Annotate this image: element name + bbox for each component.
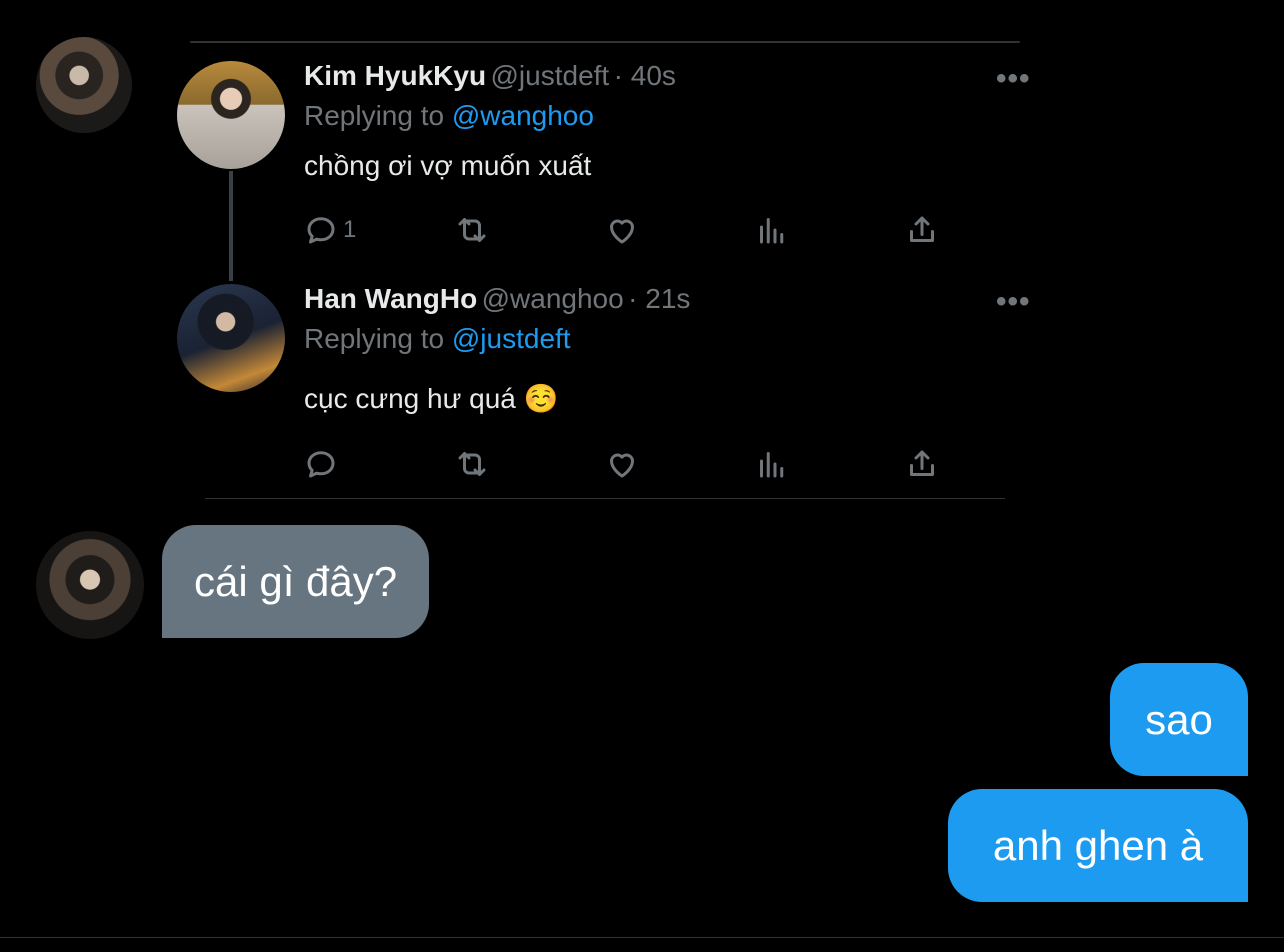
tweet-1-reply-count: 1	[343, 216, 357, 243]
tweet-2-time[interactable]: · 21s	[628, 283, 690, 314]
tweet-2-retweet-button[interactable]	[454, 446, 490, 482]
tweet-2-analytics-button[interactable]	[754, 446, 790, 482]
tweet-1-share-button[interactable]	[904, 212, 940, 248]
like-icon	[610, 219, 634, 244]
tweet-2-replying-mention[interactable]: @justdeft	[452, 323, 571, 354]
tweet-1-time[interactable]: · 40s	[614, 60, 676, 91]
tweet-1-more-icon[interactable]: •••	[996, 62, 1031, 96]
retweet-icon	[458, 218, 486, 242]
incoming-message-bubble[interactable]: cái gì đây?	[162, 525, 430, 638]
tweet-2-share-button[interactable]	[904, 446, 940, 482]
tweet-2-reply-button[interactable]	[303, 446, 339, 482]
tweet-1-avatar[interactable]	[177, 61, 285, 169]
sender-avatar[interactable]	[36, 37, 132, 133]
like-icon	[610, 453, 634, 478]
tweet-1-replying-mention[interactable]: @wanghoo	[452, 100, 594, 131]
share-icon	[910, 450, 934, 476]
shared-tweet-bottom-border	[205, 498, 1005, 499]
composer-divider	[0, 937, 1284, 938]
analytics-icon	[760, 218, 784, 244]
tweet-1-header: Kim HyukKyu @justdeft · 40s	[304, 60, 676, 92]
tweet-2-like-button[interactable]	[604, 446, 640, 482]
tweet-1-retweet-button[interactable]	[454, 212, 490, 248]
analytics-icon	[760, 452, 784, 478]
shared-tweet-top-border	[190, 41, 1020, 43]
outgoing-message-bubble[interactable]: sao	[1110, 663, 1248, 776]
tweet-2-replying-line: Replying to @justdeft	[304, 323, 571, 355]
tweet-1-reply-button[interactable]: 1	[303, 212, 356, 248]
incoming-message-avatar[interactable]	[36, 531, 144, 639]
tweet-2-avatar[interactable]	[177, 284, 285, 392]
tweet-1-analytics-button[interactable]	[754, 212, 790, 248]
tweet-1-text: chồng ơi vợ muốn xuất	[304, 150, 592, 181]
tweet-2-replying-prefix: Replying to	[304, 323, 445, 354]
share-icon	[910, 216, 934, 242]
outgoing-message-bubble[interactable]: anh ghen à	[948, 789, 1248, 902]
tweet-2-more-icon[interactable]: •••	[996, 285, 1031, 319]
tweet-1-replying-prefix: Replying to	[304, 100, 445, 131]
reply-icon	[307, 217, 335, 244]
tweet-1-like-button[interactable]	[604, 212, 640, 248]
tweet-2-header: Han WangHo @wanghoo · 21s	[304, 283, 690, 315]
tweet-1-handle[interactable]: @justdeft	[491, 60, 610, 91]
tweet-2-text: cục cưng hư quá ☺️	[304, 383, 559, 414]
retweet-icon	[458, 452, 486, 476]
reply-icon	[307, 451, 335, 478]
tweet-1-author-name[interactable]: Kim HyukKyu	[304, 60, 486, 91]
tweet-2-author-name[interactable]: Han WangHo	[304, 283, 477, 314]
thread-connector-line	[229, 171, 233, 281]
tweet-1-replying-line: Replying to @wanghoo	[304, 100, 594, 132]
tweet-2-handle[interactable]: @wanghoo	[482, 283, 624, 314]
